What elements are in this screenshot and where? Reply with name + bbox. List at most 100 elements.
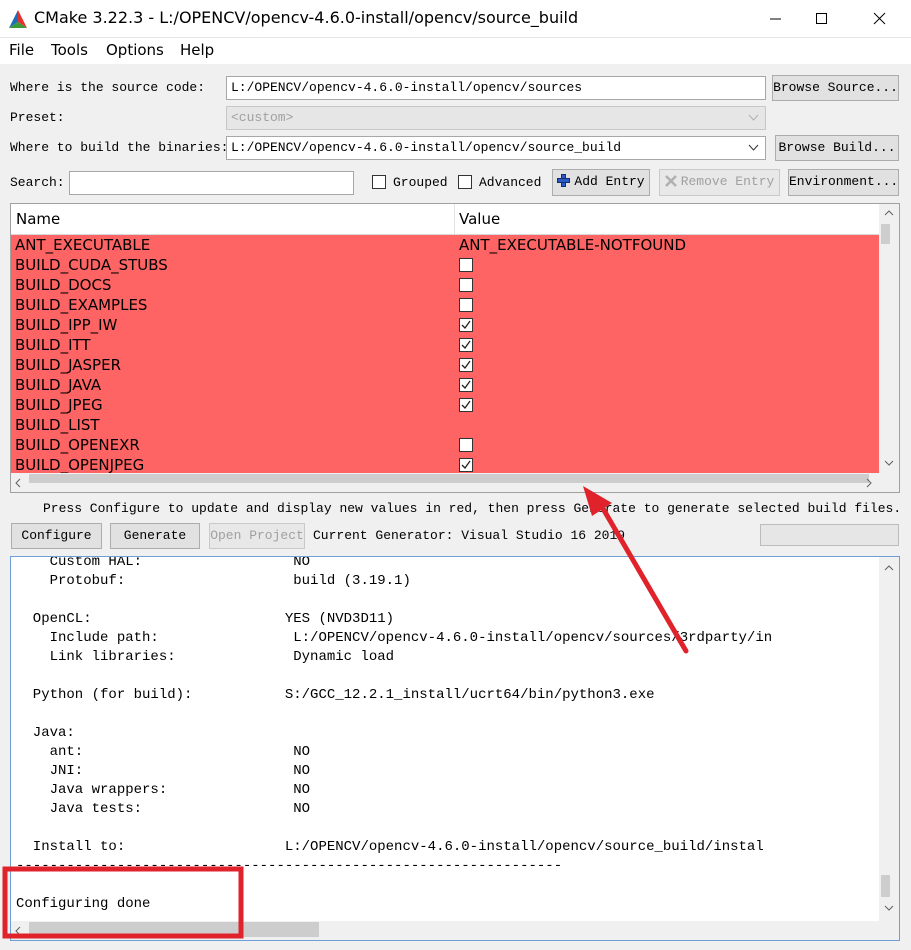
checkmark-icon	[461, 360, 471, 370]
log-line: Protobuf: build (3.19.1)	[16, 573, 411, 589]
column-header-name[interactable]: Name	[16, 210, 60, 228]
table-row[interactable]: BUILD_OPENJPEG	[11, 455, 879, 475]
table-vertical-scrollbar[interactable]	[879, 204, 899, 473]
log-line: Install to: L:/OPENCV/opencv-4.6.0-insta…	[16, 839, 764, 855]
checkmark-icon	[461, 380, 471, 390]
grouped-checkbox[interactable]	[372, 175, 386, 189]
progress-bar	[760, 524, 899, 546]
generate-button[interactable]: Generate	[110, 523, 200, 549]
menu-file[interactable]: File	[9, 41, 34, 59]
minimize-icon	[770, 18, 781, 20]
table-row[interactable]: BUILD_JASPER	[11, 355, 879, 375]
table-row[interactable]: BUILD_IPP_IW	[11, 315, 879, 335]
close-icon	[873, 12, 886, 25]
row-name: BUILD_JPEG	[15, 396, 103, 414]
build-path-combo[interactable]: L:/OPENCV/opencv-4.6.0-install/opencv/so…	[226, 136, 766, 160]
row-name: BUILD_LIST	[15, 416, 100, 434]
add-entry-label: Add Entry	[574, 174, 645, 189]
row-value-checkbox[interactable]	[459, 318, 473, 332]
scroll-left-icon	[15, 926, 21, 936]
menu-tools[interactable]: Tools	[51, 41, 88, 59]
build-label: Where to build the binaries:	[10, 140, 229, 155]
scroll-down-icon	[884, 905, 894, 911]
maximize-button[interactable]	[798, 0, 844, 38]
log-scroll-thumb[interactable]	[881, 875, 890, 897]
plus-icon	[557, 174, 571, 187]
browse-build-button[interactable]: Browse Build...	[775, 135, 899, 161]
table-row[interactable]: ANT_EXECUTABLE ANT_EXECUTABLE-NOTFOUND	[11, 235, 879, 255]
row-name: BUILD_JASPER	[15, 356, 121, 374]
browse-source-button[interactable]: Browse Source...	[772, 75, 899, 101]
table-row[interactable]: BUILD_CUDA_STUBS	[11, 255, 879, 275]
log-line: ----------------------------------------…	[16, 858, 563, 874]
table-row[interactable]: BUILD_OPENEXR	[11, 435, 879, 455]
preset-label: Preset:	[10, 110, 65, 125]
row-name: BUILD_OPENJPEG	[15, 456, 145, 474]
row-value-checkbox[interactable]	[459, 438, 473, 452]
scroll-down-icon	[884, 460, 894, 466]
configure-hint: Press Configure to update and display ne…	[43, 501, 902, 516]
environment-button[interactable]: Environment...	[788, 169, 899, 196]
configure-button[interactable]: Configure	[11, 523, 102, 549]
checkmark-icon	[461, 400, 471, 410]
close-button[interactable]	[856, 0, 902, 38]
row-name: BUILD_DOCS	[15, 276, 112, 294]
log-line: Java:	[16, 725, 75, 741]
build-path-value: L:/OPENCV/opencv-4.6.0-install/opencv/so…	[231, 140, 622, 155]
chevron-down-icon	[748, 144, 759, 151]
menu-help[interactable]: Help	[180, 41, 214, 59]
cache-table: Name Value ANT_EXECUTABLE ANT_EXECUTABLE-…	[10, 203, 900, 493]
row-value-checkbox[interactable]	[459, 398, 473, 412]
table-horizontal-scrollbar[interactable]	[11, 473, 899, 492]
table-row[interactable]: BUILD_DOCS	[11, 275, 879, 295]
row-name: BUILD_OPENEXR	[15, 436, 140, 454]
row-value-checkbox[interactable]	[459, 298, 473, 312]
row-value-checkbox[interactable]	[459, 258, 473, 272]
search-input[interactable]	[69, 171, 354, 195]
row-name: BUILD_IPP_IW	[15, 316, 118, 334]
remove-entry-button[interactable]: Remove Entry	[659, 169, 780, 196]
table-row[interactable]: BUILD_JPEG	[11, 395, 879, 415]
row-name: BUILD_EXAMPLES	[15, 296, 148, 314]
open-project-button[interactable]: Open Project	[209, 523, 305, 549]
table-row[interactable]: BUILD_ITT	[11, 335, 879, 355]
preset-select[interactable]: <custom>	[226, 106, 766, 130]
title-bar[interactable]: CMake 3.22.3 - L:/OPENCV/opencv-4.6.0-in…	[0, 0, 911, 38]
row-value-checkbox[interactable]	[459, 458, 473, 472]
row-value-checkbox[interactable]	[459, 378, 473, 392]
log-hscroll-thumb[interactable]	[29, 922, 319, 937]
chevron-down-icon	[748, 114, 759, 121]
remove-entry-label: Remove Entry	[680, 174, 775, 189]
menu-options[interactable]: Options	[106, 41, 164, 59]
table-scroll-thumb[interactable]	[881, 224, 890, 244]
preset-value: <custom>	[231, 110, 294, 125]
minimize-button[interactable]	[752, 0, 798, 38]
checkmark-icon	[461, 320, 471, 330]
table-row[interactable]: BUILD_JAVA	[11, 375, 879, 395]
source-label: Where is the source code:	[10, 80, 206, 95]
advanced-checkbox[interactable]	[458, 175, 472, 189]
checkmark-icon	[461, 340, 471, 350]
output-log[interactable]: Custom HAL: NO Protobuf: build (3.19.1) …	[10, 556, 900, 941]
log-vertical-scrollbar[interactable]	[879, 557, 899, 921]
log-line: Custom HAL: NO	[16, 556, 311, 570]
table-hscroll-thumb[interactable]	[29, 474, 869, 483]
log-line: Java wrappers: NO	[16, 782, 311, 798]
table-row[interactable]: BUILD_EXAMPLES	[11, 295, 879, 315]
row-name: BUILD_JAVA	[15, 376, 102, 394]
log-horizontal-scrollbar[interactable]	[11, 921, 899, 940]
source-path-input[interactable]: L:/OPENCV/opencv-4.6.0-install/opencv/so…	[226, 76, 766, 100]
checkmark-icon	[461, 460, 471, 470]
row-value[interactable]: ANT_EXECUTABLE-NOTFOUND	[459, 235, 686, 255]
row-value-checkbox[interactable]	[459, 338, 473, 352]
row-value-checkbox[interactable]	[459, 278, 473, 292]
table-header: Name Value	[11, 204, 881, 235]
scroll-up-icon	[884, 210, 894, 216]
scroll-left-icon	[15, 478, 21, 488]
log-line: OpenCL: YES (NVD3D11)	[16, 611, 395, 627]
column-header-value[interactable]: Value	[459, 210, 500, 228]
log-line: JNI: NO	[16, 763, 311, 779]
add-entry-button[interactable]: Add Entry	[552, 169, 650, 196]
table-row[interactable]: BUILD_LIST	[11, 415, 879, 435]
row-value-checkbox[interactable]	[459, 358, 473, 372]
